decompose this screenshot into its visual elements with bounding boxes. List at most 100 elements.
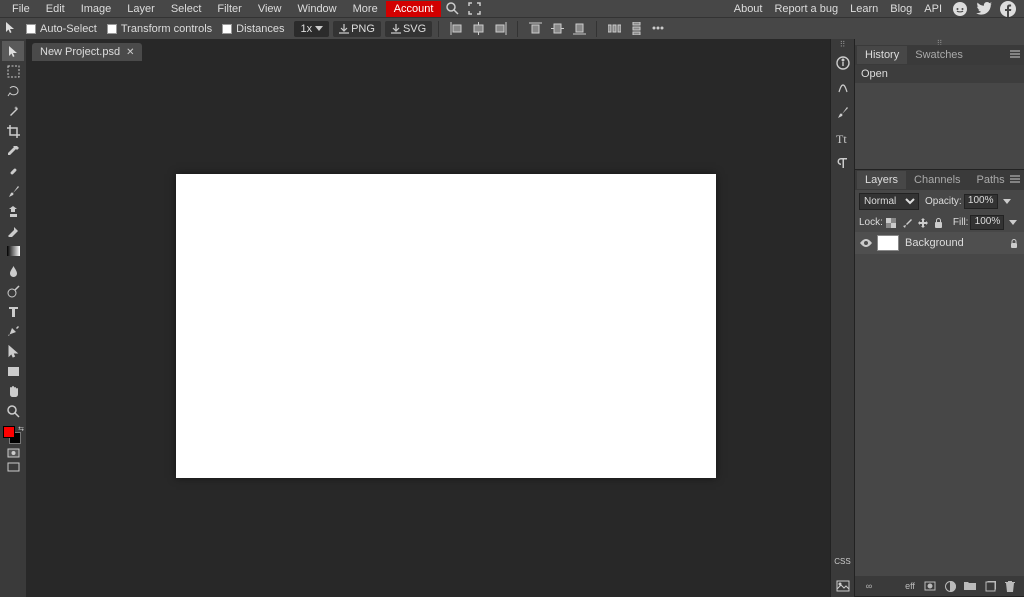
menu-layer[interactable]: Layer [119, 1, 163, 17]
info-panel-icon[interactable] [832, 52, 854, 74]
menu-more[interactable]: More [345, 1, 386, 17]
quick-export-png-button[interactable]: PNG [333, 21, 381, 37]
zoom-tool[interactable] [2, 401, 24, 421]
menu-account[interactable]: Account [386, 1, 442, 17]
clone-tool[interactable] [2, 201, 24, 221]
menu-image[interactable]: Image [73, 1, 120, 17]
align-top-button[interactable] [526, 20, 544, 38]
blur-tool[interactable] [2, 261, 24, 281]
fill-dropdown-icon[interactable] [1009, 220, 1017, 225]
close-tab-icon[interactable]: ✕ [126, 47, 134, 58]
delete-layer-button[interactable] [1002, 579, 1018, 593]
menu-edit[interactable]: Edit [38, 1, 73, 17]
align-vcenter-button[interactable] [548, 20, 566, 38]
menu-window[interactable]: Window [290, 1, 345, 17]
align-left-button[interactable] [447, 20, 465, 38]
canvas[interactable] [176, 174, 716, 478]
align-right-button[interactable] [491, 20, 509, 38]
link-bug[interactable]: Report a bug [768, 1, 844, 17]
image-panel-icon[interactable] [832, 575, 854, 597]
character-panel-icon[interactable]: Tt [832, 127, 854, 149]
brush-tool[interactable] [2, 181, 24, 201]
layer-thumbnail[interactable] [877, 235, 899, 251]
pen-tool[interactable] [2, 321, 24, 341]
history-item-open[interactable]: Open [855, 65, 1024, 83]
history-tab[interactable]: History [857, 46, 907, 64]
adjustment-button[interactable] [942, 579, 958, 593]
new-layer-button[interactable] [982, 579, 998, 593]
type-tool[interactable] [2, 301, 24, 321]
link-blog[interactable]: Blog [884, 1, 918, 17]
foreground-color-swatch[interactable] [3, 426, 15, 438]
layer-visibility-icon[interactable] [859, 236, 873, 250]
color-picker[interactable]: ⇆ [2, 425, 24, 445]
eyedropper-tool[interactable] [2, 141, 24, 161]
layer-name[interactable]: Background [905, 237, 964, 249]
menu-view[interactable]: View [250, 1, 290, 17]
layer-locked-icon[interactable] [1008, 237, 1020, 249]
effects-link[interactable]: eff [902, 579, 918, 593]
paths-tab[interactable]: Paths [969, 171, 1013, 189]
link-layers-icon[interactable]: ∞ [861, 579, 877, 593]
pixel-ratio-dropdown[interactable]: 1x [294, 21, 329, 37]
swap-colors-icon[interactable]: ⇆ [18, 425, 24, 433]
align-bottom-button[interactable] [570, 20, 588, 38]
screen-mode-button[interactable] [2, 461, 24, 473]
panel-menu-icon[interactable] [1009, 173, 1021, 185]
move-tool[interactable] [2, 41, 24, 61]
link-about[interactable]: About [728, 1, 769, 17]
marquee-tool[interactable] [2, 61, 24, 81]
menu-filter[interactable]: Filter [209, 1, 249, 17]
brush-panel-icon[interactable] [832, 102, 854, 124]
opacity-dropdown-icon[interactable] [1003, 199, 1011, 204]
hand-tool[interactable] [2, 381, 24, 401]
transform-controls-checkbox[interactable]: Transform controls [107, 23, 212, 35]
link-api[interactable]: API [918, 1, 948, 17]
distances-checkbox[interactable]: Distances [222, 23, 284, 35]
lock-all-button[interactable] [932, 216, 946, 230]
gradient-tool[interactable] [2, 241, 24, 261]
wand-tool[interactable] [2, 101, 24, 121]
css-panel-button[interactable]: CSS [832, 550, 854, 572]
menu-select[interactable]: Select [163, 1, 210, 17]
more-align-icon[interactable] [649, 20, 667, 38]
blend-mode-select[interactable]: Normal [859, 193, 919, 210]
facebook-icon[interactable] [999, 0, 1017, 18]
auto-select-checkbox[interactable]: Auto-Select [26, 23, 97, 35]
shape-tool[interactable] [2, 361, 24, 381]
reddit-icon[interactable] [951, 0, 969, 18]
lasso-tool[interactable] [2, 81, 24, 101]
dock-grip-icon[interactable]: ⠿ [836, 41, 850, 47]
add-mask-button[interactable] [922, 579, 938, 593]
quick-mask-button[interactable] [2, 447, 24, 459]
workspace[interactable]: New Project.psd ✕ [26, 39, 830, 597]
heal-tool[interactable] [2, 161, 24, 181]
channels-tab[interactable]: Channels [906, 171, 968, 189]
path-select-tool[interactable] [2, 341, 24, 361]
layer-row[interactable]: Background [855, 232, 1024, 254]
quick-export-svg-button[interactable]: SVG [385, 21, 432, 37]
swatches-tab[interactable]: Swatches [907, 46, 971, 64]
glyphs-panel-icon[interactable] [832, 77, 854, 99]
dodge-tool[interactable] [2, 281, 24, 301]
distribute-h-button[interactable] [605, 20, 623, 38]
search-icon[interactable] [443, 1, 461, 17]
distribute-v-button[interactable] [627, 20, 645, 38]
panel-menu-icon[interactable] [1009, 48, 1021, 60]
document-tab[interactable]: New Project.psd ✕ [32, 43, 142, 61]
layers-tab[interactable]: Layers [857, 171, 906, 189]
opacity-input[interactable]: 100% [964, 194, 998, 209]
twitter-icon[interactable] [975, 0, 993, 18]
lock-pixels-button[interactable] [900, 216, 914, 230]
lock-position-button[interactable] [916, 216, 930, 230]
lock-transparency-button[interactable] [884, 216, 898, 230]
link-learn[interactable]: Learn [844, 1, 884, 17]
paragraph-panel-icon[interactable] [832, 152, 854, 174]
eraser-tool[interactable] [2, 221, 24, 241]
fill-input[interactable]: 100% [970, 215, 1004, 230]
crop-tool[interactable] [2, 121, 24, 141]
menu-file[interactable]: File [4, 1, 38, 17]
new-folder-button[interactable] [962, 579, 978, 593]
fullscreen-icon[interactable] [465, 1, 483, 17]
align-hcenter-button[interactable] [469, 20, 487, 38]
